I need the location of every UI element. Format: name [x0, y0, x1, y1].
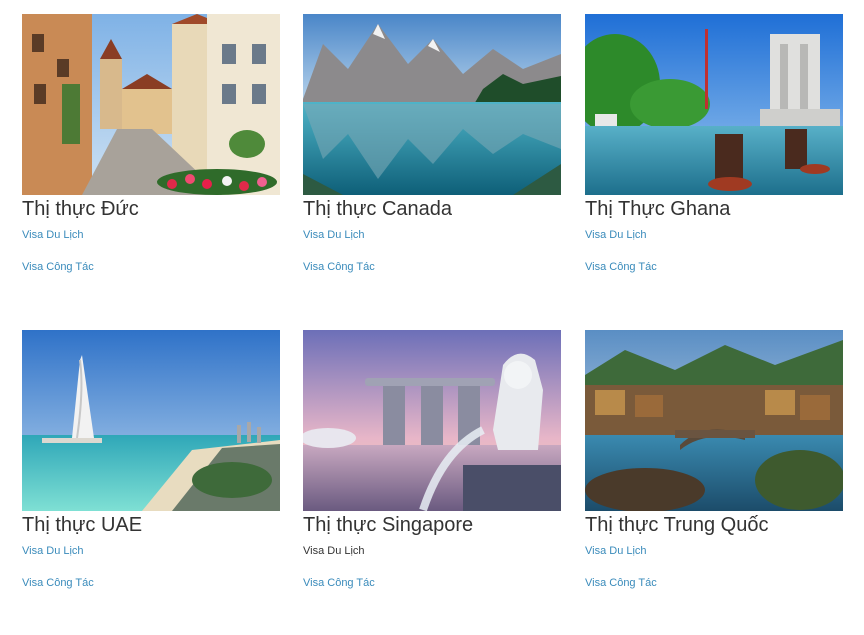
card-title[interactable]: Thị Thực Ghana [585, 198, 843, 220]
destination-card-canada: Thị thực Canada Visa Du Lịch Visa Công T… [303, 14, 561, 274]
card-title[interactable]: Thị thực UAE [22, 514, 280, 536]
destination-card-ghana: Thị Thực Ghana Visa Du Lịch Visa Công Tá… [585, 14, 843, 274]
uae-burj-al-arab-photo[interactable] [22, 330, 280, 511]
link-business-visa[interactable]: Visa Công Tác [303, 261, 561, 274]
link-business-visa[interactable]: Visa Công Tác [303, 577, 561, 590]
link-tourist-visa[interactable]: Visa Du Lịch [22, 545, 280, 558]
destination-card-germany: Thị thực Đức Visa Du Lịch Visa Công Tác [22, 14, 280, 274]
link-business-visa[interactable]: Visa Công Tác [22, 577, 280, 590]
link-tourist-visa[interactable]: Visa Du Lịch [303, 229, 561, 242]
destination-card-china: Thị thực Trung Quốc Visa Du Lịch Visa Cô… [585, 330, 843, 590]
destination-card-singapore: Thị thực Singapore Visa Du Lịch Visa Côn… [303, 330, 561, 590]
china-fenghuang-photo[interactable] [585, 330, 843, 511]
card-title[interactable]: Thị thực Đức [22, 198, 280, 220]
link-tourist-visa[interactable]: Visa Du Lịch [585, 545, 843, 558]
card-title[interactable]: Thị thực Trung Quốc [585, 514, 843, 536]
link-business-visa[interactable]: Visa Công Tác [585, 261, 843, 274]
link-tourist-visa[interactable]: Visa Du Lịch [303, 545, 561, 558]
link-business-visa[interactable]: Visa Công Tác [585, 577, 843, 590]
link-business-visa[interactable]: Visa Công Tác [22, 261, 280, 274]
link-tourist-visa[interactable]: Visa Du Lịch [22, 229, 280, 242]
singapore-merlion-photo[interactable] [303, 330, 561, 511]
destination-card-uae: Thị thực UAE Visa Du Lịch Visa Công Tác [22, 330, 280, 590]
card-title[interactable]: Thị thực Singapore [303, 514, 561, 536]
canada-lake-photo[interactable] [303, 14, 561, 195]
germany-street-photo[interactable] [22, 14, 280, 195]
card-title[interactable]: Thị thực Canada [303, 198, 561, 220]
link-tourist-visa[interactable]: Visa Du Lịch [585, 229, 843, 242]
ghana-monument-photo[interactable] [585, 14, 843, 195]
